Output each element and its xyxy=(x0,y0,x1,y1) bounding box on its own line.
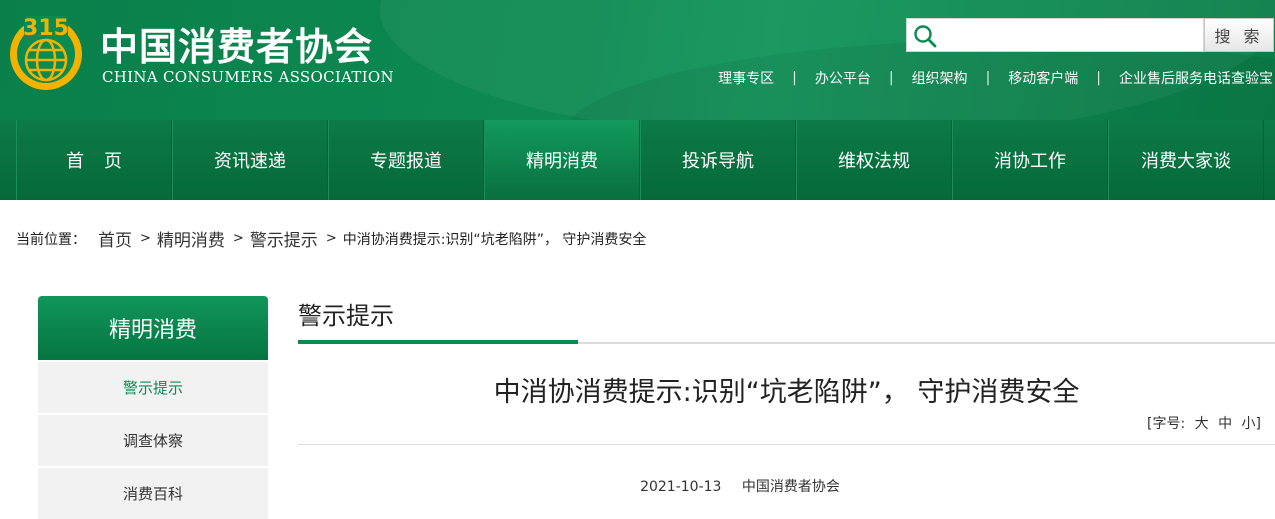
article-source: 中国消费者协会 xyxy=(741,479,840,495)
article-title: 中消协消费提示:识别“坑老陷阱”， 守护消费安全 xyxy=(493,377,1080,408)
nav-item-association-work[interactable]: 消协工作 xyxy=(952,120,1108,200)
top-link-organization[interactable]: 组织架构 xyxy=(894,68,986,88)
top-link-council[interactable]: 理事专区 xyxy=(700,68,792,88)
sidebar-item-warnings[interactable]: 警示提示 xyxy=(38,362,268,413)
search-input[interactable] xyxy=(943,23,1199,47)
breadcrumb-arrow: > xyxy=(140,231,151,246)
font-size-medium-button[interactable]: 中 xyxy=(1218,416,1232,432)
nav-item-smart-consumption[interactable]: 精明消费 xyxy=(484,120,640,200)
breadcrumb: 当前位置： 首页 > 精明消费 > 警示提示 > 中消协消费提示:识别“坑老陷阱… xyxy=(16,226,646,251)
nav-item-rights-laws[interactable]: 维权法规 xyxy=(796,120,952,200)
article-date: 2021-10-13 xyxy=(640,479,722,495)
article-meta: 2021-10-13 中国消费者协会 xyxy=(298,476,1182,496)
search-box xyxy=(906,18,1204,52)
top-link-service-check[interactable]: 企业售后服务电话查验宝 xyxy=(1101,68,1273,88)
breadcrumb-home[interactable]: 首页 xyxy=(98,226,132,251)
main-nav: 首页 资讯速递 专题报道 精明消费 投诉导航 维权法规 消协工作 消费大家谈 xyxy=(0,120,1275,200)
sidebar-item-investigations[interactable]: 调查体察 xyxy=(38,415,268,466)
nav-item-complaint-guide[interactable]: 投诉导航 xyxy=(640,120,796,200)
search-icon xyxy=(914,25,937,48)
font-size-large-button[interactable]: 大 xyxy=(1195,416,1209,432)
sidebar-title: 精明消费 xyxy=(38,296,268,360)
font-size-small-button[interactable]: 小 xyxy=(1242,416,1256,432)
font-size-label: [字号: xyxy=(1146,416,1186,432)
section-divider-accent xyxy=(298,340,578,344)
search-button[interactable]: 搜 索 xyxy=(1204,18,1274,52)
breadcrumb-arrow: > xyxy=(325,231,337,246)
breadcrumb-warnings[interactable]: 警示提示 xyxy=(250,226,318,251)
sidebar: 精明消费 警示提示 调查体察 消费百科 xyxy=(38,296,268,519)
breadcrumb-current: 中消协消费提示:识别“坑老陷阱”， 守护消费安全 xyxy=(342,231,647,248)
site-title[interactable]: 中国消费者协会 xyxy=(100,16,373,71)
nav-item-consumer-forum[interactable]: 消费大家谈 xyxy=(1108,120,1264,200)
breadcrumb-prefix: 当前位置： xyxy=(16,231,86,248)
logo-text: 315 xyxy=(23,16,69,41)
article-divider xyxy=(298,444,1275,445)
section-title: 警示提示 xyxy=(298,302,394,330)
site-header: 315 中国消费者协会 CHINA CONSUMERS ASSOCIATION … xyxy=(0,0,1275,120)
nav-item-special-reports[interactable]: 专题报道 xyxy=(328,120,484,200)
cca-315-logo-icon[interactable]: 315 xyxy=(6,8,86,92)
nav-item-news[interactable]: 资讯速递 xyxy=(172,120,328,200)
site-subtitle: CHINA CONSUMERS ASSOCIATION xyxy=(102,68,394,86)
nav-item-home[interactable]: 首页 xyxy=(16,120,172,200)
breadcrumb-smart-consumption[interactable]: 精明消费 xyxy=(157,226,225,251)
font-size-control: [字号: 大 中 小] xyxy=(1147,413,1261,433)
top-link-mobile[interactable]: 移动客户端 xyxy=(990,68,1096,88)
font-size-close-bracket: ] xyxy=(1255,416,1261,432)
top-link-office[interactable]: 办公平台 xyxy=(797,68,889,88)
top-links: 理事专区 | 办公平台 | 组织架构 | 移动客户端 | 企业售后服务电话查验宝 xyxy=(700,68,1273,88)
breadcrumb-arrow: > xyxy=(232,231,244,246)
sidebar-item-encyclopedia[interactable]: 消费百科 xyxy=(38,468,268,519)
